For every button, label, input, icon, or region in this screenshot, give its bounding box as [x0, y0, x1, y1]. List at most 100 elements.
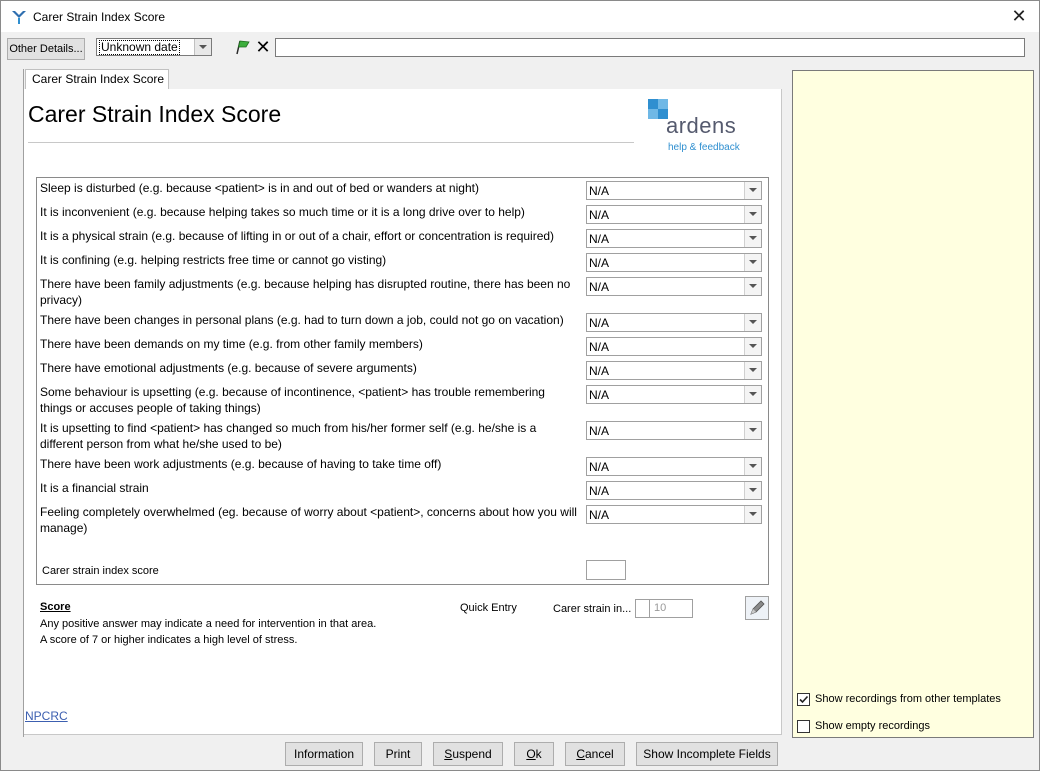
clear-icon[interactable]: ✕: [254, 38, 272, 56]
close-icon[interactable]: ✕: [1007, 5, 1031, 27]
template-content: Carer Strain Index Score ardens help & f…: [24, 89, 782, 735]
chevron-down-icon[interactable]: [744, 230, 761, 247]
title-bar: Carer Strain Index Score ✕: [1, 1, 1039, 32]
flag-icon[interactable]: [234, 38, 252, 56]
answer-value: N/A: [589, 184, 610, 198]
answer-dropdown[interactable]: N/A: [586, 313, 762, 332]
questions-panel: Sleep is disturbed (e.g. because <patien…: [36, 177, 769, 585]
npcrc-link[interactable]: NPCRC: [25, 709, 68, 723]
chevron-down-icon[interactable]: [744, 506, 761, 523]
chevron-down-icon[interactable]: [744, 458, 761, 475]
suspend-button[interactable]: Suspend: [433, 742, 503, 766]
chevron-down-icon[interactable]: [744, 182, 761, 199]
answer-value: N/A: [589, 364, 610, 378]
chevron-down-icon[interactable]: [744, 482, 761, 499]
score-field-label: Carer strain index score: [42, 565, 159, 577]
tab-carer-strain-index-score[interactable]: Carer Strain Index Score: [25, 69, 169, 90]
quick-entry-max: 10: [649, 599, 693, 618]
question-label: It is upsetting to find <patient> has ch…: [40, 421, 537, 451]
answer-dropdown[interactable]: N/A: [586, 421, 762, 440]
question-label: Some behaviour is upsetting (e.g. becaus…: [40, 385, 545, 415]
pencil-icon[interactable]: [745, 596, 769, 620]
score-info-line: Any positive answer may indicate a need …: [40, 618, 377, 630]
ardens-logo[interactable]: ardens help & feedback: [644, 95, 754, 153]
question-label: It is a physical strain (e.g. because of…: [40, 229, 555, 243]
date-dropdown[interactable]: Unknown date: [96, 38, 212, 56]
answer-dropdown[interactable]: N/A: [586, 277, 762, 296]
app-logo-icon: [12, 11, 26, 24]
chevron-down-icon[interactable]: [744, 278, 761, 295]
answer-dropdown[interactable]: N/A: [586, 361, 762, 380]
question-label: There have emotional adjustments (e.g. b…: [40, 361, 417, 375]
checkbox-checked[interactable]: [797, 693, 810, 706]
answer-value: N/A: [589, 484, 610, 498]
cancel-button[interactable]: Cancel: [565, 742, 625, 766]
toolbar: Other Details... Unknown date ✕: [1, 32, 1039, 62]
checkbox-unchecked[interactable]: [797, 720, 810, 733]
date-value: Unknown date: [99, 40, 180, 55]
chevron-down-icon[interactable]: [744, 206, 761, 223]
question-label: Sleep is disturbed (e.g. because <patien…: [40, 181, 479, 195]
other-details-button[interactable]: Other Details...: [7, 38, 85, 60]
answer-dropdown[interactable]: N/A: [586, 205, 762, 224]
chevron-down-icon[interactable]: [194, 39, 211, 55]
ok-button[interactable]: Ok: [514, 742, 554, 766]
cancel-mnemonic: C: [576, 747, 585, 761]
answer-dropdown[interactable]: N/A: [586, 229, 762, 248]
chevron-down-icon[interactable]: [744, 386, 761, 403]
question-label: It is a financial strain: [40, 481, 149, 495]
chevron-down-icon[interactable]: [744, 422, 761, 439]
answer-value: N/A: [589, 208, 610, 222]
window-title: Carer Strain Index Score: [33, 10, 166, 24]
answer-value: N/A: [589, 256, 610, 270]
answer-dropdown[interactable]: N/A: [586, 253, 762, 272]
quick-entry-label: Quick Entry: [460, 602, 517, 614]
title-divider: [28, 142, 634, 143]
show-other-templates-label: Show recordings from other templates: [815, 693, 1001, 705]
score-field-input[interactable]: [586, 560, 626, 580]
quick-entry-field-label: Carer strain in...: [553, 603, 632, 615]
quick-entry-input[interactable]: [635, 599, 650, 618]
recordings-panel: Show recordings from other templates Sho…: [792, 70, 1034, 738]
score-heading: Score: [40, 601, 71, 613]
answer-dropdown[interactable]: N/A: [586, 337, 762, 356]
show-empty-label: Show empty recordings: [815, 720, 930, 732]
chevron-down-icon[interactable]: [744, 362, 761, 379]
suspend-label: uspend: [452, 747, 492, 761]
answer-value: N/A: [589, 388, 610, 402]
answer-value: N/A: [589, 232, 610, 246]
answer-dropdown[interactable]: N/A: [586, 385, 762, 404]
answer-value: N/A: [589, 424, 610, 438]
question-label: There have been changes in personal plan…: [40, 313, 564, 327]
answer-dropdown[interactable]: N/A: [586, 457, 762, 476]
dialog-window: Carer Strain Index Score ✕ Other Details…: [0, 0, 1040, 771]
question-label: There have been work adjustments (e.g. b…: [40, 457, 442, 471]
logo-tagline: help & feedback: [668, 142, 740, 153]
logo-word: ardens: [666, 113, 737, 138]
question-label: It is inconvenient (e.g. because helping…: [40, 205, 525, 219]
show-incomplete-fields-button[interactable]: Show Incomplete Fields: [636, 742, 778, 766]
question-label: Feeling completely overwhelmed (eg. beca…: [40, 505, 577, 535]
answer-value: N/A: [589, 280, 610, 294]
chevron-down-icon[interactable]: [744, 314, 761, 331]
question-label: There have been family adjustments (e.g.…: [40, 277, 571, 307]
cancel-label: ancel: [584, 747, 614, 761]
chevron-down-icon[interactable]: [744, 254, 761, 271]
ok-mnemonic: O: [526, 747, 536, 761]
chevron-down-icon[interactable]: [744, 338, 761, 355]
answer-value: N/A: [589, 460, 610, 474]
ok-label: k: [535, 747, 542, 761]
answer-value: N/A: [589, 340, 610, 354]
print-button[interactable]: Print: [374, 742, 422, 766]
question-label: It is confining (e.g. helping restricts …: [40, 253, 387, 267]
free-text-input[interactable]: [275, 38, 1025, 57]
answer-dropdown[interactable]: N/A: [586, 481, 762, 500]
question-label: There have been demands on my time (e.g.…: [40, 337, 423, 351]
page-title: Carer Strain Index Score: [28, 101, 282, 127]
answer-value: N/A: [589, 316, 610, 330]
information-button[interactable]: Information: [285, 742, 363, 766]
answer-dropdown[interactable]: N/A: [586, 181, 762, 200]
answer-value: N/A: [589, 508, 610, 522]
answer-dropdown[interactable]: N/A: [586, 505, 762, 524]
score-info-line: A score of 7 or higher indicates a high …: [40, 634, 298, 646]
